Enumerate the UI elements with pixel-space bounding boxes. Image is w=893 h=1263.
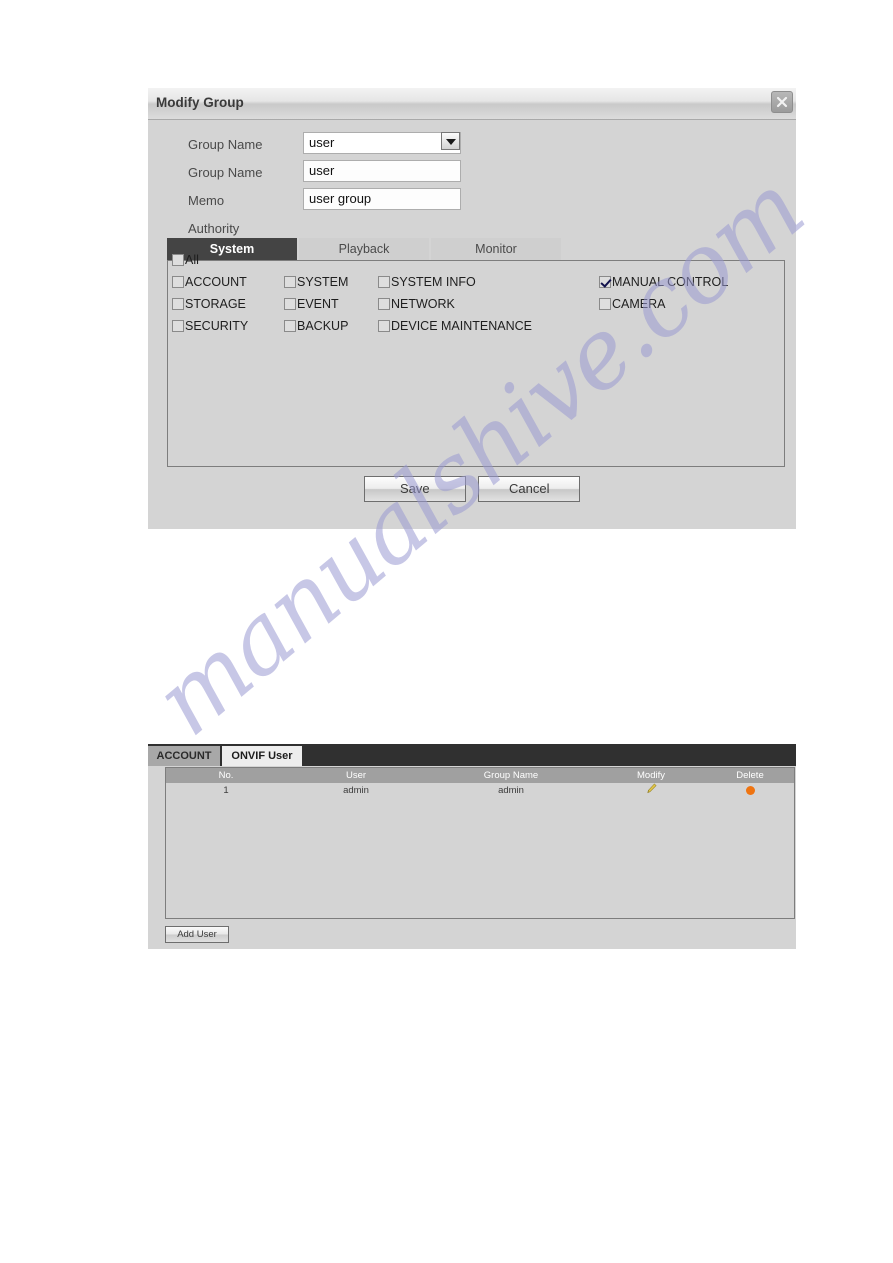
column-header-delete: Delete <box>736 770 764 781</box>
cell-modify[interactable] <box>596 783 706 799</box>
cell-no: 1 <box>223 785 229 796</box>
checkbox-label: MANUAL CONTROL <box>612 275 729 289</box>
checkbox-box-icon <box>172 320 184 332</box>
checkbox-camera[interactable]: CAMERA <box>599 297 665 311</box>
close-icon[interactable] <box>771 91 793 113</box>
checkbox-network[interactable]: NETWORK <box>378 297 455 311</box>
checkbox-box-icon <box>172 254 184 266</box>
form-row-group-name-select: Group Name user <box>148 132 796 160</box>
onvif-user-table: No. User Group Name Modify Delete 1 admi… <box>165 767 795 919</box>
onvif-footer: Add User <box>165 926 229 943</box>
checkbox-label: STORAGE <box>185 297 246 311</box>
checkbox-system[interactable]: SYSTEM <box>284 275 348 289</box>
tab-account[interactable]: ACCOUNT <box>148 746 220 766</box>
save-button[interactable]: Save <box>363 476 466 502</box>
dialog-title: Modify Group <box>156 95 244 110</box>
cell-delete[interactable] <box>706 783 794 799</box>
form-row-memo: Memo user group <box>148 188 796 216</box>
cell-group-name: admin <box>498 785 524 796</box>
checkbox-label: EVENT <box>297 297 339 311</box>
group-name-input[interactable]: user <box>303 160 461 182</box>
checkbox-system-info[interactable]: SYSTEM INFO <box>378 275 476 289</box>
checkbox-label: DEVICE MAINTENANCE <box>391 319 532 333</box>
onvif-user-panel: ACCOUNT ONVIF User No. User Group Name M… <box>148 744 796 949</box>
checkbox-manual-control[interactable]: MANUAL CONTROL <box>599 275 728 289</box>
column-header-user: User <box>345 770 367 781</box>
checkbox-security[interactable]: SECURITY <box>172 319 248 333</box>
checkbox-box-icon <box>378 276 390 288</box>
label-authority: Authority <box>188 221 240 236</box>
form-row-group-name-input: Group Name user <box>148 160 796 188</box>
checkbox-event[interactable]: EVENT <box>284 297 339 311</box>
modify-group-dialog: Modify Group Group Name user Group Name … <box>148 88 796 529</box>
checkbox-box-icon <box>378 298 390 310</box>
checkbox-label: SECURITY <box>185 319 249 333</box>
cancel-button[interactable]: Cancel <box>478 476 581 502</box>
column-header-no: No. <box>218 770 234 781</box>
add-user-button[interactable]: Add User <box>165 926 229 943</box>
checkbox-box-icon <box>284 298 296 310</box>
column-header-group-name: Group Name <box>483 770 539 781</box>
tab-onvif-user[interactable]: ONVIF User <box>222 746 302 766</box>
checkbox-box-icon <box>599 298 611 310</box>
checkbox-box-icon <box>284 276 296 288</box>
permissions-panel: All ACCOUNT SYSTEM SYSTEM INFO MANUAL CO… <box>167 253 785 467</box>
checkbox-label: All <box>185 253 199 267</box>
checkbox-label: NETWORK <box>391 297 455 311</box>
checkbox-box-icon <box>378 320 390 332</box>
onvif-tabbar: ACCOUNT ONVIF User <box>148 744 796 766</box>
checkbox-account[interactable]: ACCOUNT <box>172 275 247 289</box>
checkbox-all[interactable]: All <box>172 253 199 267</box>
chevron-down-icon[interactable] <box>441 132 460 150</box>
checkbox-box-icon <box>172 276 184 288</box>
checkbox-device-maintenance[interactable]: DEVICE MAINTENANCE <box>378 319 532 333</box>
checkbox-storage[interactable]: STORAGE <box>172 297 246 311</box>
checkbox-label: CAMERA <box>612 297 666 311</box>
group-name-select[interactable]: user <box>303 132 461 154</box>
permission-row-3: SECURITY BACKUP DEVICE MAINTENANCE <box>168 319 784 341</box>
checkbox-backup[interactable]: BACKUP <box>284 319 348 333</box>
dialog-footer: Save Cancel <box>148 476 796 502</box>
checkbox-box-icon <box>284 320 296 332</box>
delete-dot-icon[interactable] <box>745 785 755 795</box>
cell-user: admin <box>343 785 369 796</box>
checkbox-label: SYSTEM <box>297 275 349 289</box>
checkbox-label: ACCOUNT <box>185 275 247 289</box>
table-row[interactable]: 1 admin admin <box>166 783 794 799</box>
pencil-icon[interactable] <box>646 783 657 800</box>
dialog-titlebar: Modify Group <box>148 88 796 120</box>
permission-row-all: All <box>168 253 784 275</box>
group-form: Group Name user Group Name user Memo use… <box>148 120 796 244</box>
permission-row-1: ACCOUNT SYSTEM SYSTEM INFO MANUAL CONTRO… <box>168 275 784 297</box>
column-header-modify: Modify <box>637 770 665 781</box>
permission-row-2: STORAGE EVENT NETWORK CAMERA <box>168 297 784 319</box>
checkbox-label: BACKUP <box>297 319 349 333</box>
checkbox-checked-icon <box>599 276 611 288</box>
checkbox-label: SYSTEM INFO <box>391 275 476 289</box>
memo-input[interactable]: user group <box>303 188 461 210</box>
table-header-row: No. User Group Name Modify Delete <box>166 768 794 783</box>
checkbox-box-icon <box>172 298 184 310</box>
